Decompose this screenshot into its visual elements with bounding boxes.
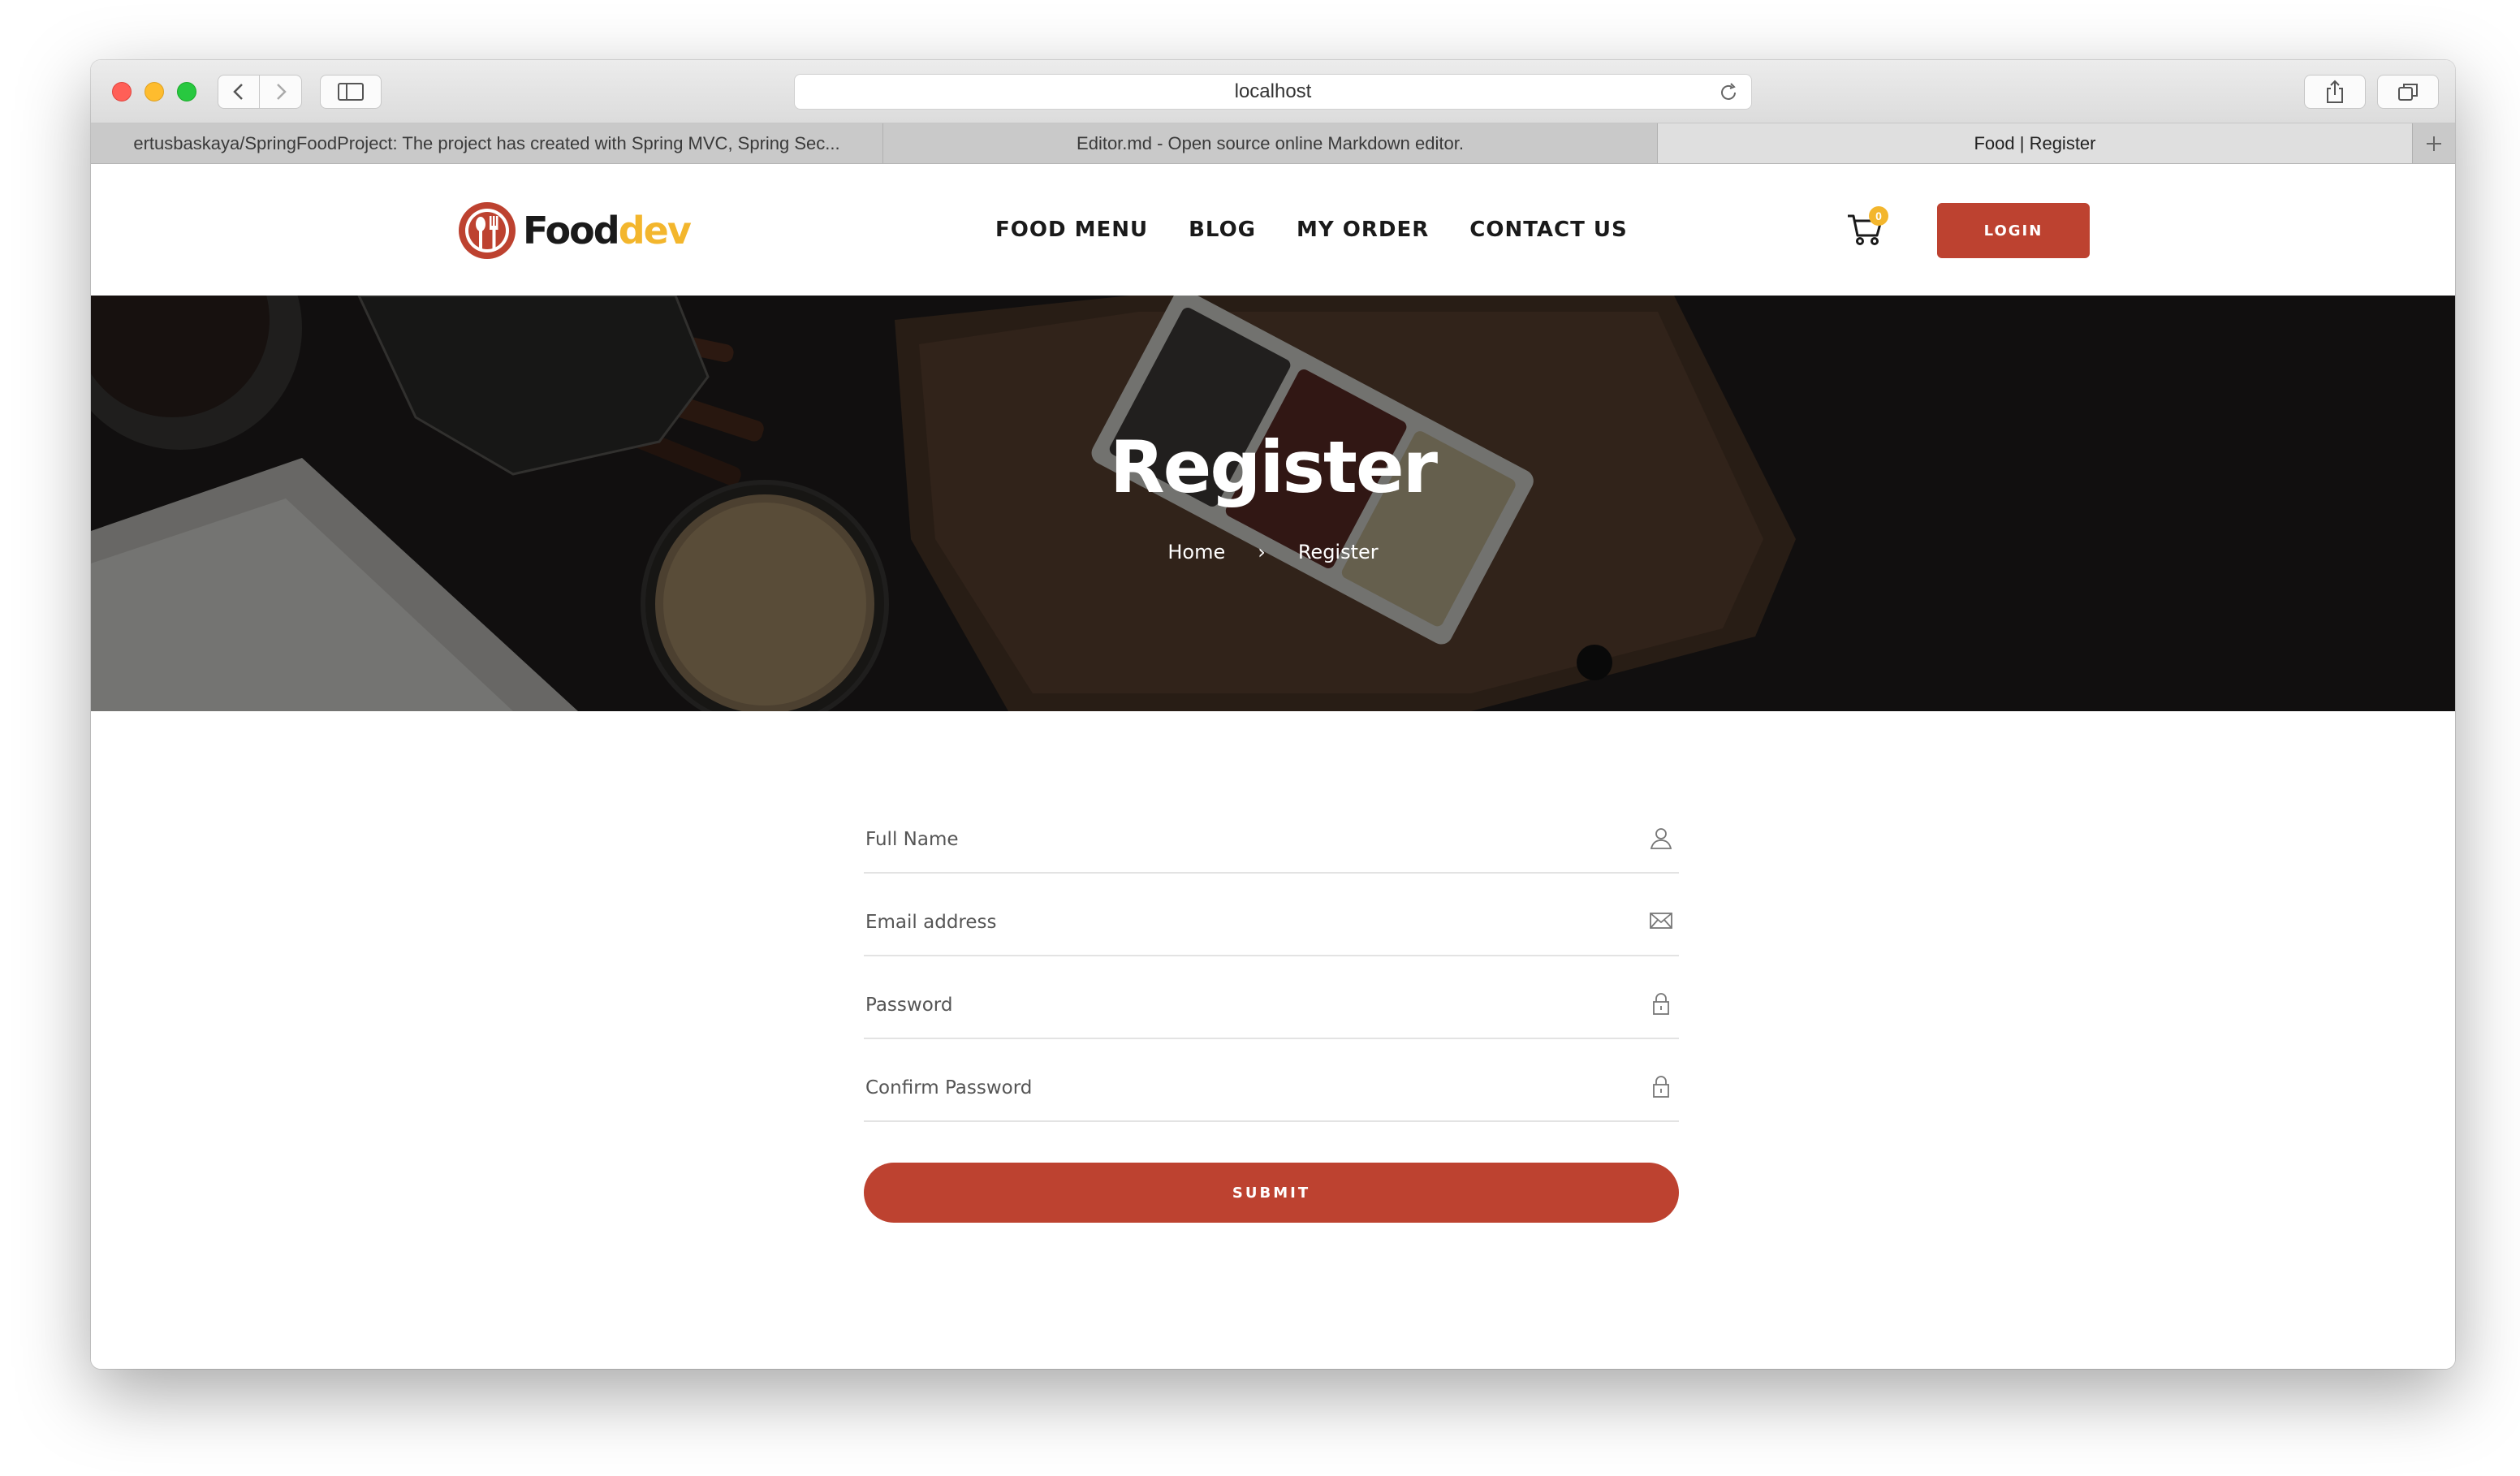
browser-toolbar: localhost	[91, 60, 2455, 123]
breadcrumb-home-link[interactable]: Home	[1167, 541, 1225, 563]
password-input[interactable]	[864, 989, 1594, 1021]
share-button[interactable]	[2304, 75, 2366, 109]
main-nav: FOOD MENU BLOG MY ORDER CONTACT US	[995, 164, 1628, 296]
submit-button[interactable]: SUBMIT	[864, 1163, 1679, 1223]
back-button[interactable]	[218, 76, 261, 108]
confirm-password-field	[864, 1039, 1679, 1122]
full-name-field	[864, 791, 1679, 874]
user-icon	[1650, 828, 1672, 849]
email-field	[864, 874, 1679, 956]
nav-blog[interactable]: BLOG	[1189, 218, 1256, 242]
sidebar-toggle-button[interactable]	[320, 75, 382, 109]
logo-text-dev: dev	[618, 209, 692, 252]
reload-icon[interactable]	[1717, 81, 1740, 104]
envelope-icon	[1650, 913, 1672, 929]
lock-icon	[1653, 993, 1669, 1015]
login-button[interactable]: LOGIN	[1937, 203, 2090, 258]
site-logo[interactable]: Fooddev	[456, 200, 692, 261]
share-icon	[2327, 80, 2343, 103]
fork-spoon-logo-icon	[459, 202, 516, 259]
nav-my-order[interactable]: MY ORDER	[1297, 218, 1429, 242]
tab-github[interactable]: ertusbaskaya/SpringFoodProject: The proj…	[91, 123, 883, 163]
breadcrumb: Home › Register	[91, 541, 2455, 563]
close-window-button[interactable]	[112, 82, 132, 101]
cart-button[interactable]: 0	[1846, 206, 1888, 252]
minimize-window-button[interactable]	[145, 82, 164, 101]
history-nav-group	[218, 75, 302, 109]
nav-contact-us[interactable]: CONTACT US	[1469, 218, 1628, 242]
zoom-window-button[interactable]	[177, 82, 196, 101]
address-bar[interactable]: localhost	[794, 74, 1752, 110]
tab-editor-md[interactable]: Editor.md - Open source online Markdown …	[883, 123, 1658, 163]
cart-count-badge: 0	[1869, 206, 1888, 226]
tabs-overview-icon	[2398, 84, 2418, 101]
plus-icon	[2427, 136, 2441, 151]
logo-text-food: Food	[523, 209, 620, 252]
full-name-input[interactable]	[864, 823, 1594, 856]
logo-wordmark: Fooddev	[523, 209, 692, 252]
password-field	[864, 956, 1679, 1039]
web-page: Fooddev FOOD MENU BLOG MY ORDER CONTACT …	[91, 164, 2455, 1369]
forward-button[interactable]	[260, 76, 301, 108]
browser-window: localhost ertusbaskaya/SpringFoodProject…	[91, 60, 2455, 1369]
lock-icon	[1653, 1076, 1669, 1098]
chevron-right-icon	[276, 84, 287, 100]
nav-food-menu[interactable]: FOOD MENU	[995, 218, 1148, 242]
chevron-left-icon	[233, 84, 243, 100]
chevron-right-icon: ›	[1258, 541, 1266, 563]
email-input[interactable]	[864, 906, 1594, 939]
new-tab-button[interactable]	[2413, 123, 2455, 163]
page-title: Register	[1109, 425, 1438, 509]
tab-strip: ertusbaskaya/SpringFoodProject: The proj…	[91, 123, 2455, 164]
tab-food-register[interactable]: Food | Register	[1658, 123, 2413, 163]
register-form: SUBMIT	[864, 791, 1679, 1223]
breadcrumb-current: Register	[1297, 541, 1379, 563]
url-text: localhost	[1234, 80, 1312, 102]
sidebar-icon	[338, 83, 364, 101]
hero-banner: Register Home › Register	[91, 296, 2455, 711]
confirm-password-input[interactable]	[864, 1072, 1594, 1104]
site-header: Fooddev FOOD MENU BLOG MY ORDER CONTACT …	[91, 164, 2455, 296]
show-tabs-button[interactable]	[2377, 75, 2439, 109]
